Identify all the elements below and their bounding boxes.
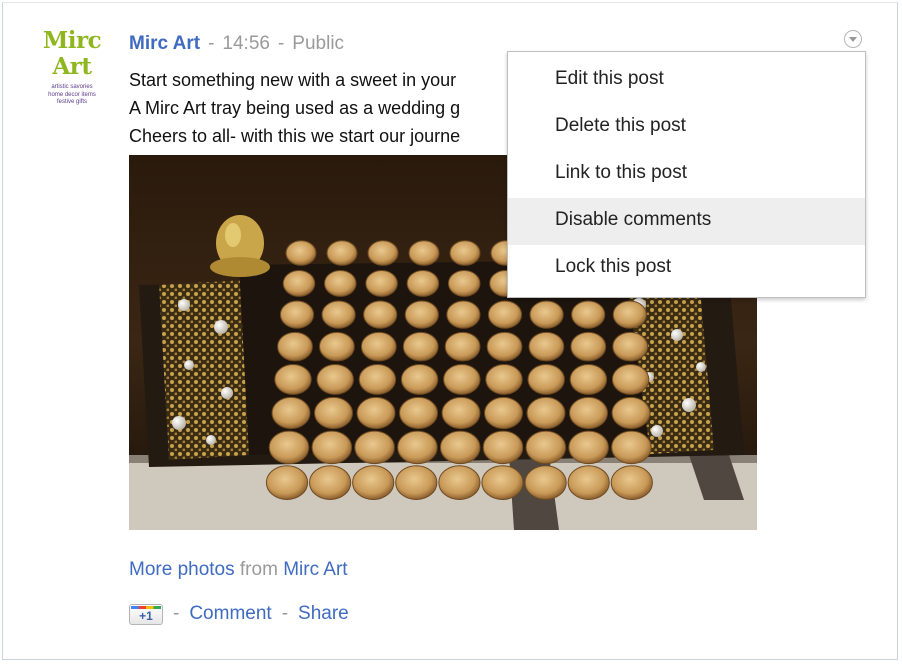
sweet-piece <box>567 465 610 500</box>
sweet-piece <box>526 396 566 430</box>
share-link[interactable]: Share <box>298 603 349 625</box>
sweet-piece <box>404 300 439 329</box>
more-photos-link[interactable]: More photos <box>129 559 235 580</box>
sweet-piece <box>569 363 608 395</box>
sweet-piece <box>326 240 358 266</box>
sweet-piece <box>279 300 315 329</box>
sweet-piece <box>447 269 481 297</box>
author-name[interactable]: Mirc Art <box>129 33 200 54</box>
sweet-piece <box>265 465 309 500</box>
post-actions: +1 - Comment - Share <box>129 603 359 625</box>
sweet-piece <box>481 465 524 500</box>
post-text-line: A Mirc Art tray being used as a wedding … <box>129 98 461 118</box>
sweet-piece <box>569 396 608 430</box>
sweet-piece <box>611 363 650 395</box>
header-separator: - <box>208 33 215 54</box>
sweet-piece <box>408 240 440 266</box>
sweet-piece <box>529 300 564 329</box>
sweet-piece <box>568 430 609 465</box>
sweet-piece <box>309 465 352 500</box>
sweet-piece <box>610 465 653 500</box>
actions-separator: - <box>173 603 180 624</box>
header-separator: - <box>277 33 285 54</box>
sweet-piece <box>268 430 310 465</box>
sweet-piece <box>395 465 438 500</box>
sweet-piece <box>352 465 395 500</box>
actions-separator: - <box>281 603 289 624</box>
avatar-logo-text: Mirc Art <box>42 27 102 80</box>
menu-item-disable-comments[interactable]: Disable comments <box>508 198 865 245</box>
post-text-line: Cheers to all- with this we start our jo… <box>129 126 461 146</box>
menu-item-edit-post[interactable]: Edit this post <box>508 57 865 104</box>
menu-item-delete-post[interactable]: Delete this post <box>508 104 865 151</box>
chevron-down-circle-icon[interactable] <box>844 30 862 48</box>
sweet-piece <box>485 363 523 395</box>
sweet-piece <box>441 396 481 430</box>
sweet-piece <box>484 396 523 430</box>
avatar-tagline: artistic savories home decor items festi… <box>30 84 114 107</box>
sweet-piece <box>285 240 317 266</box>
sweet-piece <box>397 430 438 465</box>
sweet-piece <box>444 331 481 362</box>
sweet-piece <box>402 331 439 362</box>
comment-link[interactable]: Comment <box>189 603 271 625</box>
sweet-piece <box>358 363 397 395</box>
sweet-piece <box>354 430 395 465</box>
post-text-line: Start something new with a sweet in your <box>129 70 457 90</box>
more-photos: More photos from Mirc Art <box>129 559 348 581</box>
plus-one-label: +1 <box>139 608 153 623</box>
sweet-piece <box>360 331 397 362</box>
avatar-tagline-line: home decor items <box>48 91 96 98</box>
sweet-piece <box>439 430 481 465</box>
sweet-piece <box>363 300 398 329</box>
sweet-piece <box>319 331 355 362</box>
sweet-piece <box>525 430 567 465</box>
sweet-piece <box>400 363 439 395</box>
sweet-piece <box>406 269 440 297</box>
sweet-piece <box>527 363 565 395</box>
sweet-piece <box>571 300 606 329</box>
avatar-tagline-line: artistic savories <box>51 84 93 90</box>
sweet-piece <box>486 331 523 362</box>
sweet-piece <box>611 396 651 430</box>
sweet-piece <box>367 240 399 266</box>
avatar[interactable]: Mirc Art artistic savories home decor it… <box>30 27 114 106</box>
menu-item-lock-post[interactable]: Lock this post <box>508 245 865 292</box>
menu-item-link-to-post[interactable]: Link to this post <box>508 151 865 198</box>
plus-one-button[interactable]: +1 <box>129 603 163 625</box>
sweet-piece <box>443 363 481 395</box>
sweet-piece <box>277 331 313 362</box>
post-text: Start something new with a sweet in your… <box>129 66 509 150</box>
sweet-piece <box>321 300 356 329</box>
more-photos-source-link[interactable]: Mirc Art <box>283 559 347 580</box>
sweet-piece <box>438 465 481 500</box>
post-options-menu: Edit this post Delete this post Link to … <box>507 51 866 298</box>
post-visibility[interactable]: Public <box>292 33 344 54</box>
sweet-piece <box>365 269 398 297</box>
avatar-tagline-line: festive gifts <box>56 99 87 105</box>
sweet-piece <box>449 240 481 266</box>
sweet-piece <box>282 269 316 297</box>
sweet-piece <box>271 396 311 430</box>
sweet-piece <box>324 269 357 297</box>
sweet-piece <box>274 363 312 395</box>
sweet-piece <box>570 331 607 362</box>
sweet-piece <box>311 430 353 465</box>
sweet-piece <box>314 396 353 430</box>
sweet-piece <box>316 363 354 395</box>
sweet-piece <box>487 300 523 329</box>
sweet-piece <box>482 430 524 465</box>
sweet-piece <box>528 331 565 362</box>
post-time[interactable]: 14:56 <box>222 33 270 54</box>
sweet-piece <box>611 430 652 465</box>
sweet-piece <box>446 300 481 329</box>
sweet-piece <box>399 396 438 430</box>
sweet-piece <box>524 465 567 500</box>
sweet-piece <box>612 331 649 362</box>
sweet-piece <box>356 396 396 430</box>
sweet-piece <box>612 300 647 329</box>
more-photos-from: from <box>239 559 278 580</box>
post-header: Mirc Art -14:56- Public <box>129 33 344 55</box>
